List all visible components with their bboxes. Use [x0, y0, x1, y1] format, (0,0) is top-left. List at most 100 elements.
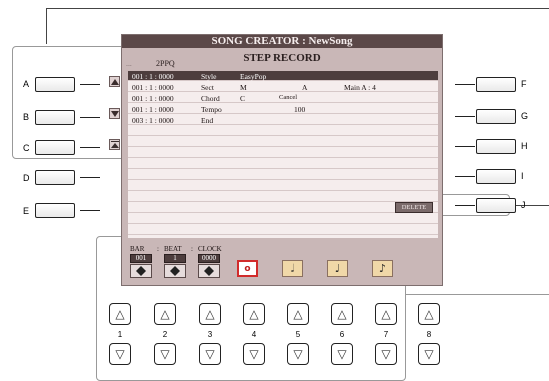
event-time: 003 : 1 : 0000	[132, 116, 174, 125]
clock-caption: CLOCK	[198, 245, 222, 253]
button-f[interactable]	[476, 77, 516, 92]
sep-2: :	[191, 245, 193, 253]
delete-button[interactable]: DELETE	[395, 202, 433, 213]
sep-1: :	[157, 245, 159, 253]
side-label-e: E	[23, 206, 30, 216]
bar-stepper[interactable]	[130, 264, 152, 278]
button-e[interactable]	[35, 203, 75, 218]
eighth-note-button[interactable]: ♪	[372, 260, 393, 277]
down-button-5[interactable]: ▽	[287, 343, 309, 365]
arrow-top-icon	[111, 141, 119, 149]
down-button-2[interactable]: ▽	[154, 343, 176, 365]
event-param2: A	[302, 83, 308, 92]
event-list[interactable]: 001 : 1 : 0000 Style EasyPop 001 : 1 : 0…	[128, 71, 438, 247]
up-button-8[interactable]: △	[418, 303, 440, 325]
empty-row	[128, 214, 438, 224]
scroll-down-button[interactable]	[109, 108, 120, 119]
beat-value: 1	[164, 254, 186, 263]
button-i[interactable]	[476, 169, 516, 184]
leader-line-top	[46, 8, 549, 9]
side-label-i: I	[521, 171, 524, 181]
clock-stepper[interactable]	[198, 264, 220, 278]
button-d[interactable]	[35, 170, 75, 185]
event-param3: Main A : 4	[344, 83, 376, 92]
event-row[interactable]: 001 : 1 : 0000 Chord C Cancel	[128, 93, 438, 103]
event-param2: Cancel	[279, 94, 298, 101]
up-button-6[interactable]: △	[331, 303, 353, 325]
event-param1: EasyPop	[240, 72, 267, 81]
button-b[interactable]	[35, 110, 75, 125]
button-h[interactable]	[476, 139, 516, 154]
button-number: 8	[426, 330, 432, 339]
empty-row	[128, 225, 438, 235]
button-j[interactable]	[476, 198, 516, 213]
up-button-7[interactable]: △	[375, 303, 397, 325]
up-button-1[interactable]: △	[109, 303, 131, 325]
event-type: End	[201, 116, 214, 125]
event-type: Chord	[201, 94, 220, 103]
empty-row	[128, 137, 438, 147]
up-button-2[interactable]: △	[154, 303, 176, 325]
clock-value: 0000	[198, 254, 220, 263]
side-label-h: H	[521, 141, 528, 151]
event-time: 001 : 1 : 0000	[132, 83, 174, 92]
event-param1: C	[240, 94, 246, 103]
empty-row	[128, 148, 438, 158]
dash-h	[455, 146, 475, 147]
up-button-5[interactable]: △	[287, 303, 309, 325]
quarter-note-button[interactable]: ♩	[327, 260, 348, 277]
side-label-g: G	[521, 111, 529, 121]
beat-caption: BEAT	[164, 245, 182, 253]
dash-c	[80, 147, 100, 148]
down-button-8[interactable]: ▽	[418, 343, 440, 365]
lcd-screen: SONG CREATOR : NewSong STEP RECORD ... 2…	[121, 34, 443, 286]
resolution-label: 2PPQ	[156, 59, 175, 68]
up-button-3[interactable]: △	[199, 303, 221, 325]
side-label-j: J	[521, 200, 526, 210]
empty-row	[128, 203, 438, 213]
event-type: Tempo	[201, 105, 222, 114]
leader-line-left	[46, 8, 47, 44]
bar-value: 001	[130, 254, 152, 263]
down-button-3[interactable]: ▽	[199, 343, 221, 365]
half-note-button[interactable]: 𝅗𝅥	[282, 260, 303, 277]
down-button-4[interactable]: ▽	[243, 343, 265, 365]
leader-line-bottom	[406, 294, 549, 295]
up-button-4[interactable]: △	[243, 303, 265, 325]
down-button-6[interactable]: ▽	[331, 343, 353, 365]
event-row[interactable]: 001 : 1 : 0000 Style EasyPop	[128, 71, 438, 81]
button-g[interactable]	[476, 109, 516, 124]
event-time: 001 : 1 : 0000	[132, 105, 174, 114]
scroll-top-button[interactable]	[109, 139, 120, 150]
dash-g	[455, 116, 475, 117]
event-time: 001 : 1 : 0000	[132, 72, 174, 81]
scroll-up-button[interactable]	[109, 76, 120, 87]
event-row[interactable]: 001 : 1 : 0000 Tempo 100	[128, 104, 438, 114]
down-button-7[interactable]: ▽	[375, 343, 397, 365]
whole-note-button[interactable]: o	[237, 260, 258, 277]
dash-f	[455, 84, 475, 85]
ppq-dots: ...	[126, 61, 132, 68]
button-number: 4	[251, 330, 257, 339]
button-c[interactable]	[35, 140, 75, 155]
event-row[interactable]: 003 : 1 : 0000 End	[128, 115, 438, 125]
side-label-a: A	[23, 79, 30, 89]
side-label-f: F	[521, 79, 527, 89]
empty-row	[128, 192, 438, 202]
button-number: 1	[117, 330, 123, 339]
dash-a	[80, 84, 100, 85]
arrow-down-icon	[111, 111, 119, 117]
bar-caption: BAR	[130, 245, 145, 253]
beat-stepper[interactable]	[164, 264, 186, 278]
event-type: Sect	[201, 83, 214, 92]
dash-d	[80, 177, 100, 178]
side-label-d: D	[23, 173, 30, 183]
event-param2: 100	[294, 105, 306, 114]
dash-b	[80, 117, 100, 118]
side-label-c: C	[23, 143, 30, 153]
window-title: SONG CREATOR : NewSong	[122, 35, 442, 48]
arrow-up-icon	[111, 79, 119, 85]
button-a[interactable]	[35, 77, 75, 92]
event-row[interactable]: 001 : 1 : 0000 Sect M A Main A : 4	[128, 82, 438, 92]
down-button-1[interactable]: ▽	[109, 343, 131, 365]
